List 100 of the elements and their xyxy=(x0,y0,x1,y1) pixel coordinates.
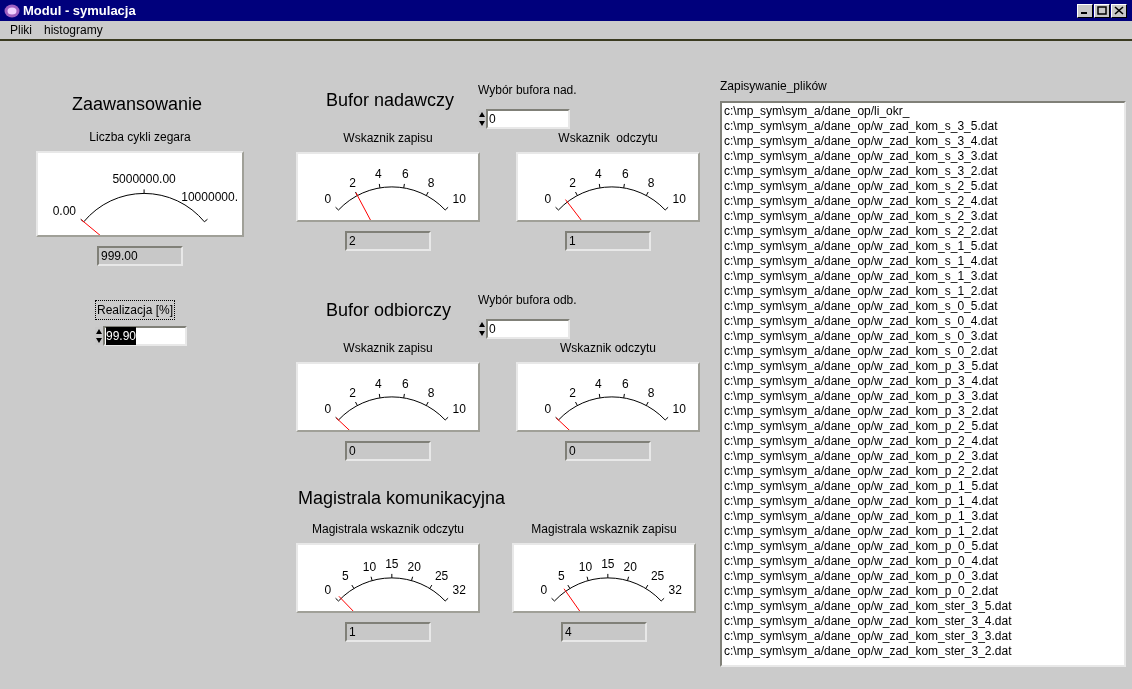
list-label: Zapisywanie_plików xyxy=(720,78,828,95)
scale-label: 15 xyxy=(385,556,399,571)
section-title: Magistrala komunikacyjna xyxy=(298,487,507,510)
gauge-readout: 0 xyxy=(565,441,651,461)
scale-label: 20 xyxy=(623,559,637,574)
gauge-readout: 1 xyxy=(565,231,651,251)
scale-label: 8 xyxy=(647,385,655,400)
scale-label: 15 xyxy=(601,556,615,571)
scale-label: 10 xyxy=(672,402,686,417)
file-list-item[interactable]: c:\mp_sym\sym_a/dane_op/li_okr_ xyxy=(724,104,1124,119)
gauge-label: Wskaznik zapisu xyxy=(343,130,433,147)
scale-label: 10 xyxy=(672,192,686,207)
field-label: Realizacja [%] xyxy=(95,300,176,320)
scale-label: 2 xyxy=(569,175,576,190)
scale-label: 10 xyxy=(578,559,593,574)
file-list-item[interactable]: c:\mp_sym\sym_a/dane_op/w_zad_kom_s_1_5.dat xyxy=(724,239,1124,254)
scale-label: 4 xyxy=(594,167,602,181)
file-list-item[interactable]: c:\mp_sym\sym_a/dane_op/w_zad_kom_s_2_5.dat xyxy=(724,179,1124,194)
file-list-item[interactable]: c:\mp_sym\sym_a/dane_op/w_zad_kom_s_1_2.dat xyxy=(724,284,1124,299)
scale-label: 2 xyxy=(349,175,356,190)
scale-label: 8 xyxy=(427,175,435,190)
file-list-item[interactable]: c:\mp_sym\sym_a/dane_op/w_zad_kom_p_1_4.dat xyxy=(724,494,1124,509)
file-list-item[interactable]: c:\mp_sym\sym_a/dane_op/w_zad_kom_p_0_5.dat xyxy=(724,539,1124,554)
file-list-item[interactable]: c:\mp_sym\sym_a/dane_op/w_zad_kom_s_2_2.dat xyxy=(724,224,1124,239)
file-list-item[interactable]: c:\mp_sym\sym_a/dane_op/w_zad_kom_s_1_4.dat xyxy=(724,254,1124,269)
selector-label: Wybór bufora nad. xyxy=(478,82,577,99)
file-list-item[interactable]: c:\mp_sym\sym_a/dane_op/w_zad_kom_p_3_4.dat xyxy=(724,374,1124,389)
gauge-label: Magistrala wskaznik zapisu xyxy=(531,521,677,538)
scale-label: 0.00 xyxy=(52,204,77,219)
numeric-field[interactable]: 99.90 xyxy=(103,326,187,346)
scale-label: 10 xyxy=(362,559,377,574)
file-list-item[interactable]: c:\mp_sym\sym_a/dane_op/w_zad_kom_ster_3_5.dat xyxy=(724,599,1124,614)
section-title: Bufor nadawczy xyxy=(326,89,456,112)
scale-label: 10000000. xyxy=(181,190,238,205)
gauge-label: Liczba cykli zegara xyxy=(89,129,191,146)
file-list-item[interactable]: c:\mp_sym\sym_a/dane_op/w_zad_kom_s_0_2.dat xyxy=(724,344,1124,359)
window-title: Modul - symulacja xyxy=(23,1,137,20)
scale-label: 6 xyxy=(622,377,629,391)
file-list-item[interactable]: c:\mp_sym\sym_a/dane_op/w_zad_kom_s_3_5.dat xyxy=(724,119,1124,134)
file-list-item[interactable]: c:\mp_sym\sym_a/dane_op/w_zad_kom_s_3_4.dat xyxy=(724,134,1124,149)
scale-label: 0 xyxy=(544,192,552,207)
scale-label: 8 xyxy=(647,175,655,190)
file-list-item[interactable]: c:\mp_sym\sym_a/dane_op/w_zad_kom_ster_3_2.dat xyxy=(724,644,1124,659)
file-list-item[interactable]: c:\mp_sym\sym_a/dane_op/w_zad_kom_s_3_2.dat xyxy=(724,164,1124,179)
file-list-item[interactable]: c:\mp_sym\sym_a/dane_op/w_zad_kom_s_2_3.dat xyxy=(724,209,1124,224)
file-list-item[interactable]: c:\mp_sym\sym_a/dane_op/w_zad_kom_p_3_3.dat xyxy=(724,389,1124,404)
scale-label: 5 xyxy=(342,568,349,583)
file-list-item[interactable]: c:\mp_sym\sym_a/dane_op/w_zad_kom_s_3_3.dat xyxy=(724,149,1124,164)
menu-item[interactable]: Pliki xyxy=(10,21,32,39)
file-list-item[interactable]: c:\mp_sym\sym_a/dane_op/w_zad_kom_p_0_3.dat xyxy=(724,569,1124,584)
gauge-readout: 4 xyxy=(561,622,647,642)
file-list-item[interactable]: c:\mp_sym\sym_a/dane_op/w_zad_kom_s_0_3.dat xyxy=(724,329,1124,344)
gauge-readout: 0 xyxy=(345,441,431,461)
scale-label: 10 xyxy=(452,402,466,417)
scale-label: 2 xyxy=(349,385,356,400)
scale-label: 0 xyxy=(544,402,552,417)
menu-item[interactable]: histogramy xyxy=(44,21,103,39)
file-list-item[interactable]: c:\mp_sym\sym_a/dane_op/w_zad_kom_ster_3_3.dat xyxy=(724,629,1124,644)
scale-label: 5000000.00 xyxy=(112,172,176,187)
numeric-field[interactable]: 0 xyxy=(486,109,570,129)
file-list-item[interactable]: c:\mp_sym\sym_a/dane_op/w_zad_kom_p_2_3.dat xyxy=(724,449,1124,464)
file-list-item[interactable]: c:\mp_sym\sym_a/dane_op/w_zad_kom_p_1_2.dat xyxy=(724,524,1124,539)
file-list-item[interactable]: c:\mp_sym\sym_a/dane_op/w_zad_kom_s_2_4.dat xyxy=(724,194,1124,209)
scale-label: 0 xyxy=(324,402,332,417)
file-list-item[interactable]: c:\mp_sym\sym_a/dane_op/w_zad_kom_s_1_3.dat xyxy=(724,269,1124,284)
selector-label: Wybór bufora odb. xyxy=(478,292,577,309)
gauge-label: Wskaznik zapisu xyxy=(343,340,433,357)
scale-label: 32 xyxy=(452,583,466,598)
scale-label: 4 xyxy=(374,167,382,181)
file-list-item[interactable]: c:\mp_sym\sym_a/dane_op/w_zad_kom_p_2_2.dat xyxy=(724,464,1124,479)
scale-label: 6 xyxy=(622,167,629,181)
file-list-item[interactable]: c:\mp_sym\sym_a/dane_op/w_zad_kom_p_3_2.dat xyxy=(724,404,1124,419)
file-list-item[interactable]: c:\mp_sym\sym_a/dane_op/w_zad_kom_s_0_4.dat xyxy=(724,314,1124,329)
gauge-readout: 2 xyxy=(345,231,431,251)
gauge-label: Wskaznik odczytu xyxy=(558,130,658,147)
file-list-item[interactable]: c:\mp_sym\sym_a/dane_op/w_zad_kom_p_3_5.dat xyxy=(724,359,1124,374)
file-list-item[interactable]: c:\mp_sym\sym_a/dane_op/w_zad_kom_s_0_5.dat xyxy=(724,299,1124,314)
file-list-item[interactable]: c:\mp_sym\sym_a/dane_op/w_zad_kom_ster_3_4.dat xyxy=(724,614,1124,629)
section-title: Bufor odbiorczy xyxy=(326,299,453,322)
gauge-label: Wskaznik odczytu xyxy=(560,340,656,357)
scale-label: 0 xyxy=(324,583,332,598)
scale-label: 32 xyxy=(668,583,682,598)
scale-label: 8 xyxy=(427,385,435,400)
gauge-label: Magistrala wskaznik odczytu xyxy=(311,521,465,538)
file-list-item[interactable]: c:\mp_sym\sym_a/dane_op/w_zad_kom_p_2_5.dat xyxy=(724,419,1124,434)
file-list-item[interactable]: c:\mp_sym\sym_a/dane_op/w_zad_kom_p_0_2.dat xyxy=(724,584,1124,599)
scale-label: 25 xyxy=(650,568,665,583)
gauge-readout: 999.00 xyxy=(97,246,183,266)
scale-label: 0 xyxy=(324,192,332,207)
numeric-field[interactable]: 0 xyxy=(486,319,570,339)
file-list-item[interactable]: c:\mp_sym\sym_a/dane_op/w_zad_kom_p_1_5.dat xyxy=(724,479,1124,494)
file-list-item[interactable]: c:\mp_sym\sym_a/dane_op/w_zad_kom_p_2_4.dat xyxy=(724,434,1124,449)
gauge-readout: 1 xyxy=(345,622,431,642)
scale-label: 10 xyxy=(452,192,466,207)
scale-label: 0 xyxy=(540,583,548,598)
scale-label: 2 xyxy=(569,385,576,400)
file-list-item[interactable]: c:\mp_sym\sym_a/dane_op/w_zad_kom_p_0_4.dat xyxy=(724,554,1124,569)
file-list-item[interactable]: c:\mp_sym\sym_a/dane_op/w_zad_kom_p_1_3.dat xyxy=(724,509,1124,524)
scale-label: 4 xyxy=(594,377,602,391)
scale-label: 25 xyxy=(434,568,449,583)
